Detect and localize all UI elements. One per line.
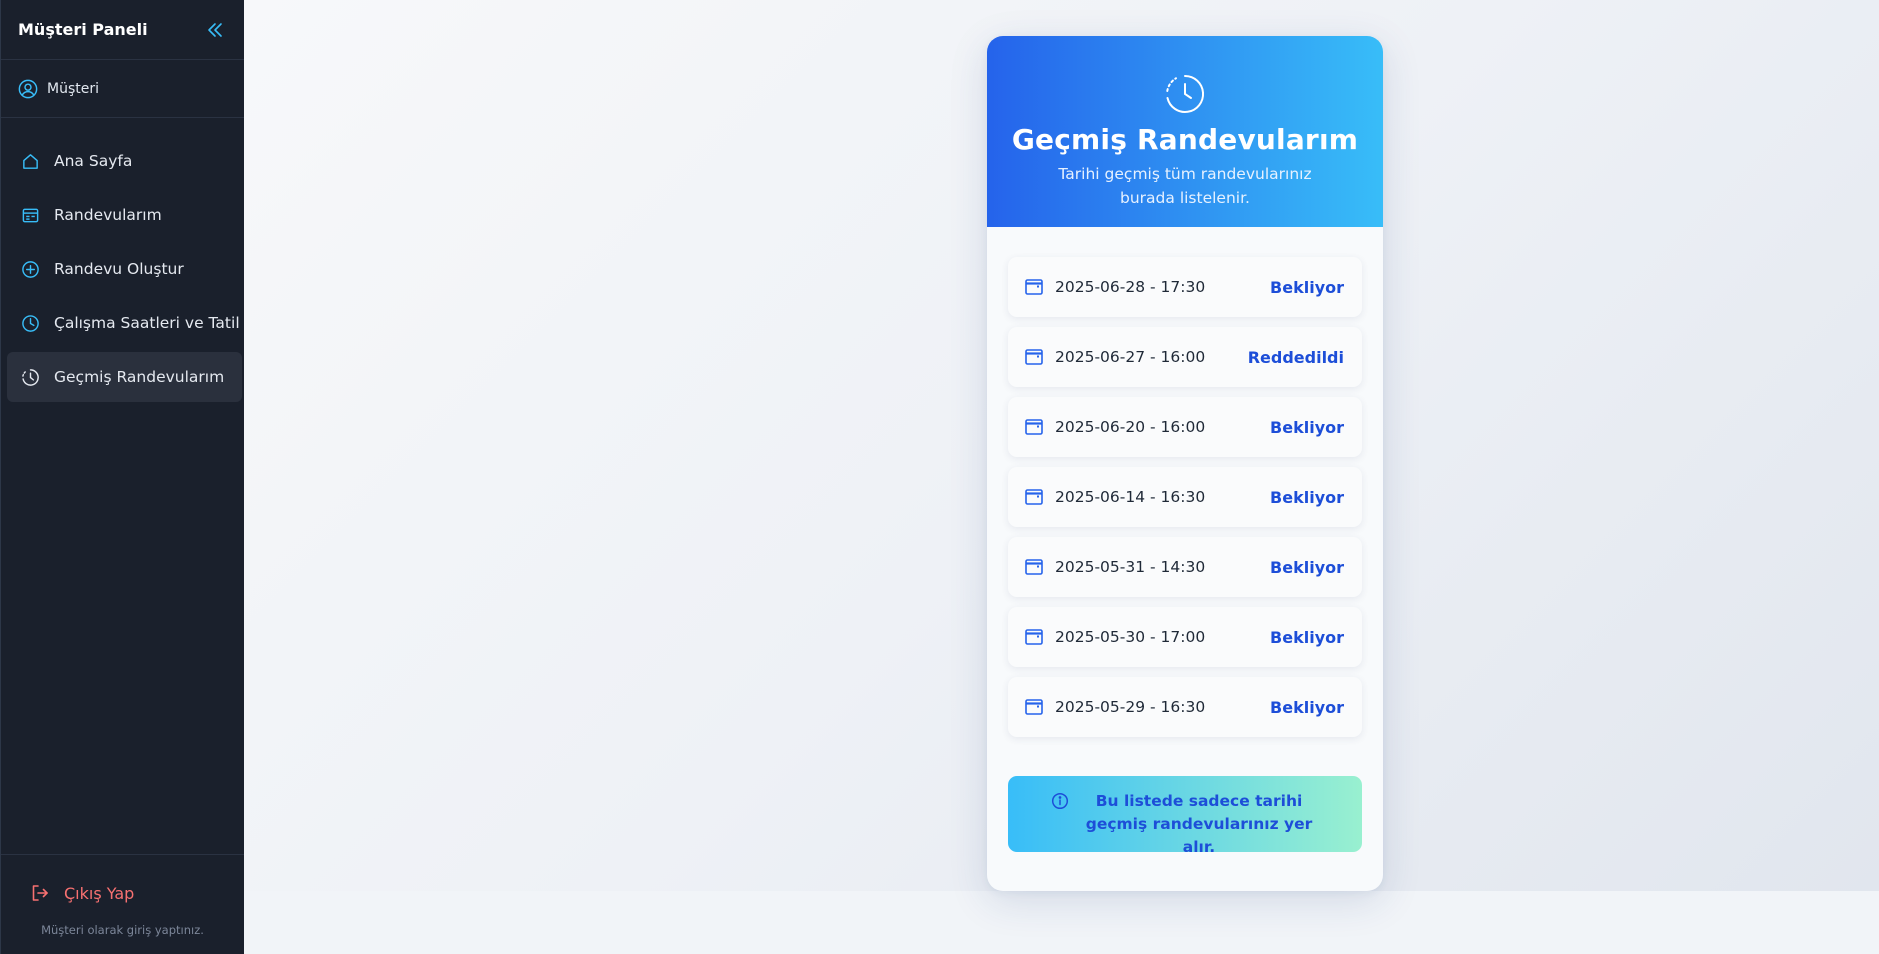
sidebar-item-label: Randevularım (54, 206, 162, 224)
clock-icon (20, 313, 40, 333)
appointment-item[interactable]: 2025-06-28 - 17:30 Bekliyor (1008, 257, 1362, 317)
past-appointments-card: Geçmiş Randevularım Tarihi geçmiş tüm ra… (987, 36, 1383, 891)
calendar-icon (1025, 279, 1043, 295)
appointment-item[interactable]: 2025-06-20 - 16:00 Bekliyor (1008, 397, 1362, 457)
calendar-list-icon (20, 205, 40, 225)
sidebar: Müşteri Paneli Müşteri Ana Sayfa Randevu… (0, 0, 244, 954)
plus-circle-icon (20, 259, 40, 279)
sidebar-item-home[interactable]: Ana Sayfa (7, 136, 242, 186)
sidebar-item-label: Randevu Oluştur (54, 260, 184, 278)
sidebar-item-create-appointment[interactable]: Randevu Oluştur (7, 244, 242, 294)
logout-button[interactable]: Çıkış Yap (30, 883, 134, 903)
appointment-datetime: 2025-05-30 - 17:00 (1055, 628, 1206, 646)
sidebar-user: Müşteri (1, 60, 244, 118)
status-badge: Bekliyor (1270, 417, 1344, 437)
status-badge: Reddedildi (1247, 347, 1344, 367)
sidebar-item-working-hours[interactable]: Çalışma Saatleri ve Tatil (7, 298, 242, 348)
login-status-note: Müşteri olarak giriş yaptınız. (41, 923, 204, 937)
appointment-item[interactable]: 2025-06-27 - 16:00 Reddedildi (1008, 327, 1362, 387)
appointment-datetime: 2025-06-20 - 16:00 (1055, 418, 1206, 436)
status-badge: Bekliyor (1270, 557, 1344, 577)
logout-icon (30, 883, 50, 903)
history-icon (1164, 73, 1206, 115)
status-badge: Bekliyor (1270, 277, 1344, 297)
calendar-icon (1025, 559, 1043, 575)
info-text: Bu listede sadece tarihi geçmiş randevul… (1085, 792, 1313, 856)
info-icon (1051, 792, 1069, 810)
status-badge: Bekliyor (1270, 697, 1344, 717)
sidebar-footer: Çıkış Yap Müşteri olarak giriş yaptınız. (1, 854, 244, 954)
page-title: Geçmiş Randevularım (1011, 123, 1359, 156)
appointment-list: 2025-06-28 - 17:30 Bekliyor 2025-06-27 -… (987, 227, 1383, 737)
sidebar-item-label: Geçmiş Randevularım (54, 368, 225, 386)
status-badge: Bekliyor (1270, 487, 1344, 507)
status-badge: Bekliyor (1270, 627, 1344, 647)
calendar-icon (1025, 699, 1043, 715)
calendar-icon (1025, 629, 1043, 645)
logout-label: Çıkış Yap (64, 883, 135, 903)
appointment-item[interactable]: 2025-05-29 - 16:30 Bekliyor (1008, 677, 1362, 737)
card-header: Geçmiş Randevularım Tarihi geçmiş tüm ra… (987, 36, 1383, 227)
page-subtitle: Tarihi geçmiş tüm randevularınız burada … (1058, 165, 1312, 207)
sidebar-nav: Ana Sayfa Randevularım Randevu Oluştur Ç… (1, 118, 244, 402)
appointment-item[interactable]: 2025-05-31 - 14:30 Bekliyor (1008, 537, 1362, 597)
history-icon (20, 367, 40, 387)
collapse-sidebar-icon[interactable] (204, 19, 226, 41)
sidebar-item-past-appointments[interactable]: Geçmiş Randevularım (7, 352, 242, 402)
appointment-item[interactable]: 2025-06-14 - 16:30 Bekliyor (1008, 467, 1362, 527)
appointment-datetime: 2025-06-28 - 17:30 (1055, 278, 1206, 296)
calendar-icon (1025, 349, 1043, 365)
sidebar-title: Müşteri Paneli (18, 20, 148, 39)
user-circle-icon (18, 79, 38, 99)
sidebar-header: Müşteri Paneli (1, 0, 244, 60)
calendar-icon (1025, 489, 1043, 505)
info-notice: Bu listede sadece tarihi geçmiş randevul… (1008, 776, 1362, 856)
main-content: Geçmiş Randevularım Tarihi geçmiş tüm ra… (244, 0, 1879, 891)
calendar-icon (1025, 419, 1043, 435)
home-icon (20, 151, 40, 171)
sidebar-item-label: Ana Sayfa (54, 152, 133, 170)
appointment-datetime: 2025-06-14 - 16:30 (1055, 488, 1206, 506)
appointment-datetime: 2025-05-31 - 14:30 (1055, 558, 1206, 576)
appointment-item[interactable]: 2025-05-30 - 17:00 Bekliyor (1008, 607, 1362, 667)
sidebar-item-label: Çalışma Saatleri ve Tatil (54, 314, 240, 332)
sidebar-item-appointments[interactable]: Randevularım (7, 190, 242, 240)
appointment-datetime: 2025-06-27 - 16:00 (1055, 348, 1206, 366)
appointment-datetime: 2025-05-29 - 16:30 (1055, 698, 1206, 716)
user-name: Müşteri (47, 80, 99, 97)
